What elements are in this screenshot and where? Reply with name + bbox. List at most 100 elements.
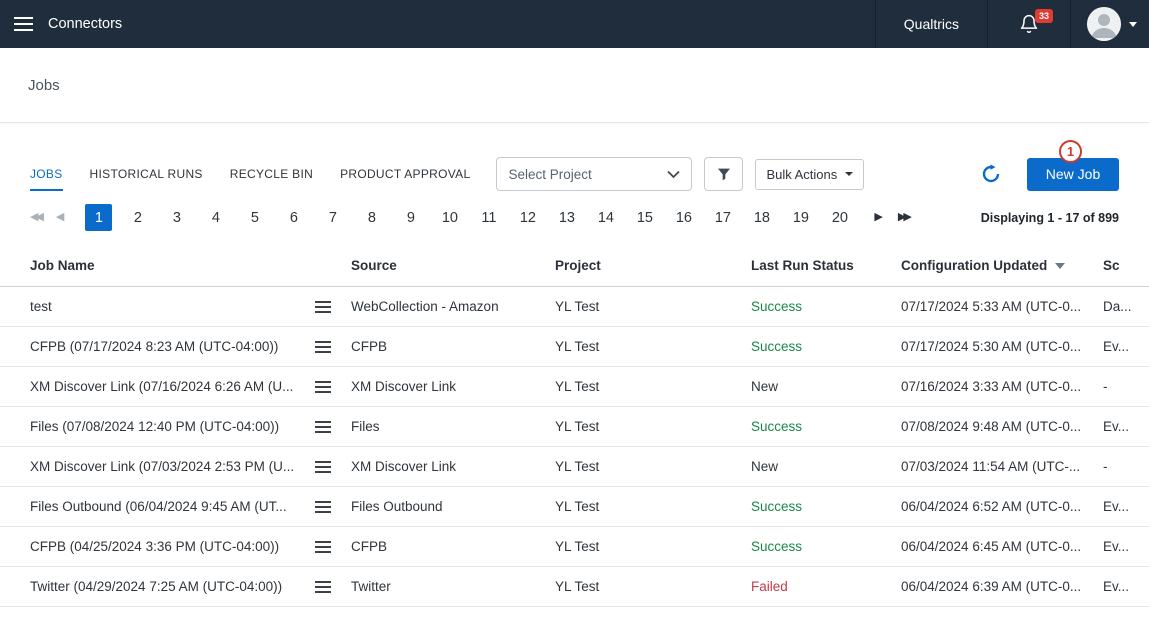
source-cell: Twitter [351,567,555,607]
page-button-9[interactable]: 9 [397,204,424,231]
avatar [1087,7,1121,41]
project-cell: YL Test [555,327,751,367]
job-name-cell: CFPB (07/17/2024 8:23 AM (UTC-04:00)) [0,327,315,367]
table-row: test WebCollection - Amazon YL Test Succ… [0,287,1149,327]
schedule-cell: Ev... [1103,527,1149,567]
tab-product-approval[interactable]: PRODUCT APPROVAL [340,157,470,191]
job-name-cell: XM Discover Link (07/03/2024 2:53 PM (U.… [0,447,315,487]
tab-recycle-bin[interactable]: RECYCLE BIN [230,157,313,191]
page-button-5[interactable]: 5 [241,204,268,231]
notifications-button[interactable]: 33 [987,0,1070,48]
page-button-15[interactable]: 15 [631,204,658,231]
row-actions-cell [315,527,351,567]
row-menu-icon[interactable] [315,426,331,428]
row-menu-icon[interactable] [315,306,331,308]
source-cell: CFPB [351,327,555,367]
row-menu-icon[interactable] [315,346,331,348]
page-button-13[interactable]: 13 [553,204,580,231]
chevron-down-icon [667,170,680,179]
configuration-updated-cell: 07/03/2024 11:54 AM (UTC-... [901,447,1103,487]
row-actions-cell [315,327,351,367]
caret-down-icon [845,172,853,176]
funnel-icon [716,166,732,182]
project-cell: YL Test [555,407,751,447]
column-header-last-run-status: Last Run Status [751,246,901,287]
tab-historical-runs[interactable]: HISTORICAL RUNS [90,157,203,191]
column-header-configuration-updated-label: Configuration Updated [901,258,1047,273]
row-menu-icon[interactable] [315,546,331,548]
table-row: Files Outbound (06/04/2024 9:45 AM (UT..… [0,487,1149,527]
configuration-updated-cell: 06/04/2024 6:52 AM (UTC-0... [901,487,1103,527]
account-menu-button[interactable] [1070,0,1149,48]
source-cell: XM Discover Link [351,367,555,407]
job-name-cell: CFPB (04/25/2024 3:36 PM (UTC-04:00)) [0,527,315,567]
source-cell: CFPB [351,527,555,567]
page-button-16[interactable]: 16 [670,204,697,231]
page-button-14[interactable]: 14 [592,204,619,231]
tab-bar: JOBS HISTORICAL RUNS RECYCLE BIN PRODUCT… [30,157,470,191]
schedule-cell: Ev... [1103,567,1149,607]
last-run-status-cell: Success [751,287,901,327]
schedule-cell: Ev... [1103,407,1149,447]
jobs-table: Job Name Source Project Last Run Status … [0,246,1149,607]
project-cell: YL Test [555,567,751,607]
tab-jobs[interactable]: JOBS [30,157,63,191]
page-button-12[interactable]: 12 [514,204,541,231]
refresh-button[interactable] [981,164,1001,184]
configuration-updated-cell: 07/08/2024 9:48 AM (UTC-0... [901,407,1103,447]
page-button-19[interactable]: 19 [787,204,814,231]
page-button-3[interactable]: 3 [163,204,190,231]
project-cell: YL Test [555,447,751,487]
page-button-20[interactable]: 20 [826,204,853,231]
page-button-7[interactable]: 7 [319,204,346,231]
row-menu-icon[interactable] [315,386,331,388]
bulk-actions-label: Bulk Actions [766,167,837,182]
configuration-updated-cell: 07/16/2024 3:33 AM (UTC-0... [901,367,1103,407]
first-page-button[interactable]: ◀◀ [30,212,41,223]
schedule-cell: Ev... [1103,327,1149,367]
source-cell: WebCollection - Amazon [351,287,555,327]
page-button-2[interactable]: 2 [124,204,151,231]
column-header-configuration-updated: Configuration Updated [901,246,1103,287]
page-button-18[interactable]: 18 [748,204,775,231]
last-run-status-cell: New [751,367,901,407]
last-run-status-cell: Success [751,487,901,527]
sort-desc-icon[interactable] [1055,263,1065,269]
page-button-1[interactable]: 1 [85,204,112,231]
table-row: Twitter (04/29/2024 7:25 AM (UTC-04:00))… [0,567,1149,607]
row-menu-icon[interactable] [315,506,331,508]
page-button-11[interactable]: 11 [475,204,502,231]
page-button-4[interactable]: 4 [202,204,229,231]
page-title: Jobs [28,77,60,94]
schedule-cell: - [1103,447,1149,487]
row-actions-cell [315,287,351,327]
source-cell: Files Outbound [351,487,555,527]
column-header-project: Project [555,246,751,287]
last-run-status-cell: Success [751,407,901,447]
page-button-17[interactable]: 17 [709,204,736,231]
annotation-marker-1: 1 [1059,140,1082,163]
last-run-status-cell: New [751,447,901,487]
hamburger-menu-icon[interactable] [0,0,46,48]
row-menu-icon[interactable] [315,466,331,468]
configuration-updated-cell: 06/04/2024 6:45 AM (UTC-0... [901,527,1103,567]
table-row: XM Discover Link (07/03/2024 2:53 PM (U.… [0,447,1149,487]
job-name-cell: Files (07/08/2024 12:40 PM (UTC-04:00)) [0,407,315,447]
row-actions-cell [315,407,351,447]
table-row: Files (07/08/2024 12:40 PM (UTC-04:00)) … [0,407,1149,447]
row-menu-icon[interactable] [315,586,331,588]
table-row: XM Discover Link (07/16/2024 6:26 AM (U.… [0,367,1149,407]
last-page-button[interactable]: ▶▶ [898,212,909,223]
pagination: ◀◀ ◀ 1 2 3 4 5 6 7 8 9 10 11 12 13 14 15… [0,204,1149,231]
page-button-10[interactable]: 10 [436,204,463,231]
page-button-6[interactable]: 6 [280,204,307,231]
project-select[interactable]: Select Project [496,157,692,191]
page-button-8[interactable]: 8 [358,204,385,231]
bulk-actions-dropdown[interactable]: Bulk Actions [755,159,864,190]
prev-page-button[interactable]: ◀ [56,212,64,223]
project-select-value: Select Project [508,167,591,182]
filter-button[interactable] [704,157,743,191]
next-page-button[interactable]: ▶ [874,212,882,223]
job-name-cell: Files Outbound (06/04/2024 9:45 AM (UT..… [0,487,315,527]
job-name-cell: XM Discover Link (07/16/2024 6:26 AM (U.… [0,367,315,407]
